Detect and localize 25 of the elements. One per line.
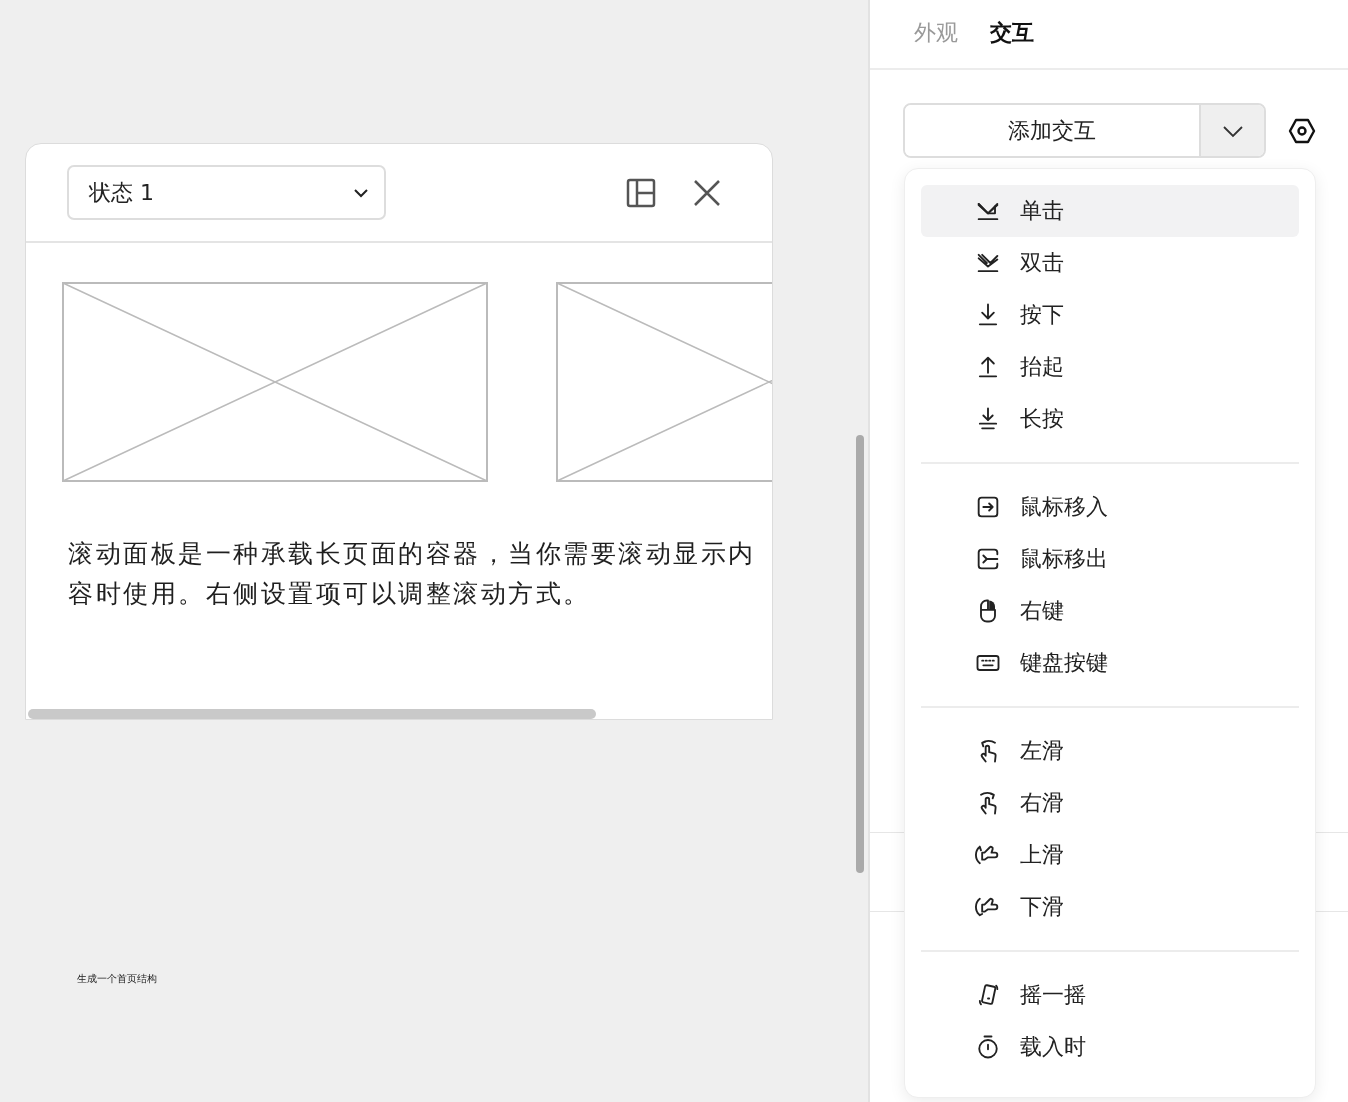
- description-text: 滚动面板是一种承载长页面的容器，当你需要滚动显示内容时使用。右侧设置项可以调整滚动方式。: [68, 538, 757, 610]
- menu-item[interactable]: 上滑: [921, 829, 1299, 881]
- state-select[interactable]: 状态 1: [67, 165, 386, 220]
- layout-icon[interactable]: [626, 177, 656, 208]
- menu-item[interactable]: 鼠标移出: [921, 533, 1299, 585]
- dropdown-toggle[interactable]: [1199, 105, 1264, 156]
- menu-item[interactable]: 长按: [921, 393, 1299, 445]
- menu-item[interactable]: 键盘按键: [921, 637, 1299, 689]
- menu-item[interactable]: 下滑: [921, 881, 1299, 933]
- menu-item[interactable]: 右滑: [921, 777, 1299, 829]
- caption-text: 生成一个首页结构: [77, 972, 157, 986]
- menu-item[interactable]: 抬起: [921, 341, 1299, 393]
- close-icon[interactable]: [692, 177, 722, 208]
- tab[interactable]: 交互: [990, 18, 1034, 48]
- menu-item[interactable]: 左滑: [921, 725, 1299, 777]
- menu-item[interactable]: 载入时: [921, 1021, 1299, 1073]
- horizontal-scrollbar[interactable]: [28, 709, 596, 719]
- menu-item[interactable]: 双击: [921, 237, 1299, 289]
- menu-item[interactable]: 摇一摇: [921, 969, 1299, 1021]
- menu-item[interactable]: 右键: [921, 585, 1299, 637]
- vertical-scrollbar[interactable]: [856, 435, 864, 873]
- menu-item[interactable]: 鼠标移入: [921, 481, 1299, 533]
- menu-item[interactable]: 按下: [921, 289, 1299, 341]
- menu-item[interactable]: 单击: [921, 185, 1299, 237]
- settings-icon[interactable]: [1288, 116, 1316, 145]
